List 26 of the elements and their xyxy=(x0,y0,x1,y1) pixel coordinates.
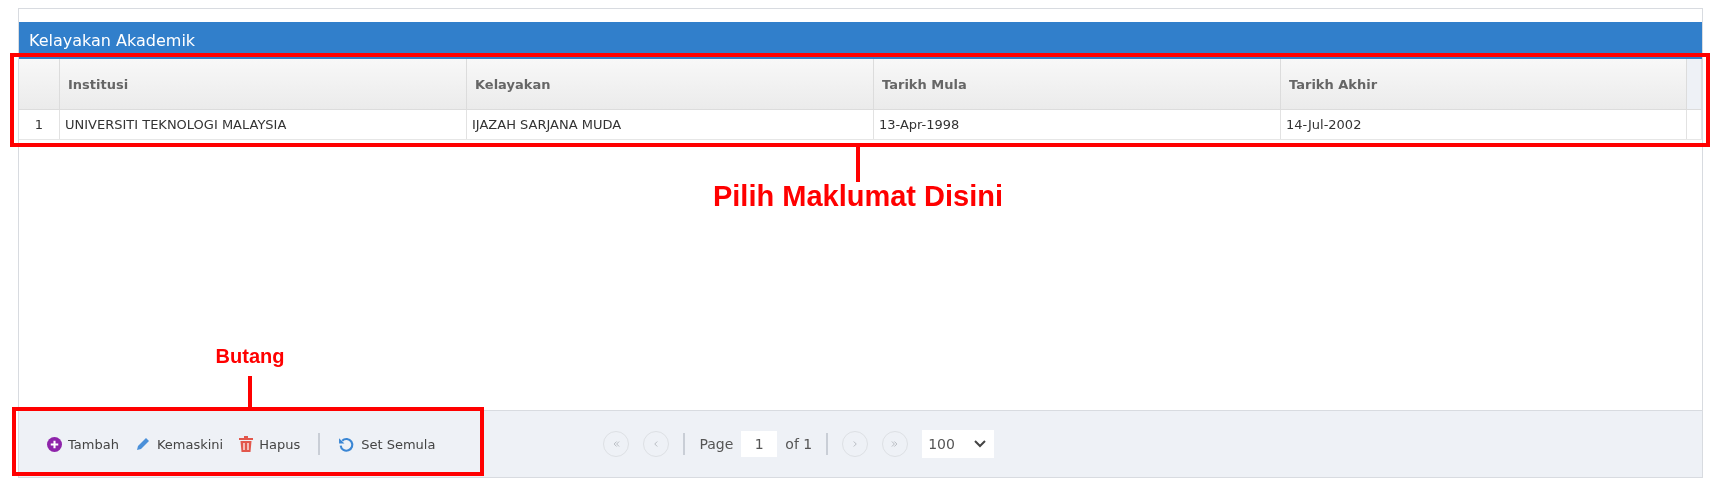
annotation-label: Pilih Maklumat Disini xyxy=(712,180,1004,213)
column-header[interactable]: Tarikh Akhir xyxy=(1281,59,1687,110)
column-header[interactable]: Kelayakan xyxy=(467,59,874,110)
plus-circle-icon xyxy=(47,436,62,452)
table-cell: IJAZAH SARJANA MUDA xyxy=(467,110,874,139)
panel-title: Kelayakan Akademik xyxy=(29,31,196,50)
table-cell: 13-Apr-1998 xyxy=(874,110,1281,139)
page-size-select[interactable]: 100 xyxy=(922,430,995,458)
delete-button[interactable]: Hapus xyxy=(231,430,309,458)
reset-button[interactable]: Set Semula xyxy=(330,430,444,458)
page-label: Page xyxy=(699,436,734,452)
edit-button[interactable]: Kemaskini xyxy=(126,430,232,458)
annotation-label: Butang xyxy=(215,345,285,368)
double-chevron-icon xyxy=(611,439,622,449)
row-number: 1 xyxy=(19,110,60,139)
add-button[interactable]: Tambah xyxy=(39,430,127,458)
trash-icon xyxy=(239,436,254,452)
column-header[interactable]: Tarikh Mula xyxy=(874,59,1281,110)
page-count: of 1 xyxy=(785,436,813,452)
page-input[interactable]: 1 xyxy=(741,431,778,457)
table-cell: 14-Jul-2002 xyxy=(1281,110,1687,139)
chevron-down-icon xyxy=(974,440,987,448)
undo-icon xyxy=(338,435,356,453)
pencil-icon xyxy=(134,436,151,452)
column-header[interactable]: Institusi xyxy=(60,59,467,110)
table-cell: UNIVERSITI TEKNOLOGI MALAYSIA xyxy=(60,110,467,139)
